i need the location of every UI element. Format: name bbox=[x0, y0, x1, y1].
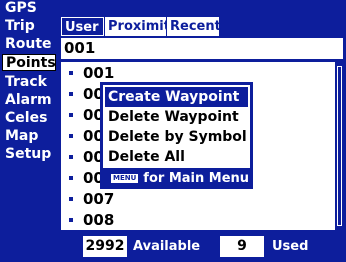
menu-item-delete-all[interactable]: Delete All bbox=[105, 147, 248, 167]
sidebar-item-points[interactable]: Points bbox=[2, 54, 56, 71]
sidebar-item-route[interactable]: Route bbox=[2, 36, 56, 53]
sidebar-item-map[interactable]: Map bbox=[2, 128, 56, 145]
waypoint-bullet-icon bbox=[69, 155, 73, 159]
sidebar-item-gps[interactable]: GPS bbox=[2, 0, 56, 17]
sidebar-item-setup[interactable]: Setup bbox=[2, 146, 56, 163]
used-label: Used bbox=[272, 239, 309, 254]
scrollbar-thumb[interactable] bbox=[337, 66, 342, 226]
waypoint-bullet-icon bbox=[69, 71, 73, 75]
available-label: Available bbox=[133, 239, 201, 254]
menu-item-delete-waypoint[interactable]: Delete Waypoint bbox=[105, 107, 248, 127]
waypoint-bullet-icon bbox=[69, 92, 73, 96]
sidebar-item-trip[interactable]: Trip bbox=[2, 18, 56, 35]
available-count: 2992 bbox=[83, 236, 127, 257]
used-count: 9 bbox=[220, 236, 264, 257]
options-menu: Create Waypoint Delete Waypoint Delete b… bbox=[100, 82, 253, 189]
menu-footer-text: for Main Menu bbox=[143, 171, 250, 186]
tab-user[interactable]: User bbox=[61, 17, 104, 36]
waypoint-bullet-icon bbox=[69, 113, 73, 117]
sidebar-item-track[interactable]: Track bbox=[2, 74, 56, 91]
waypoint-bullet-icon bbox=[69, 134, 73, 138]
list-item-label: 008 bbox=[83, 211, 115, 229]
waypoint-bullet-icon bbox=[69, 218, 73, 222]
sidebar: GPS Trip Route Points Track Alarm Celes … bbox=[0, 0, 60, 262]
sidebar-item-alarm[interactable]: Alarm bbox=[2, 92, 56, 109]
waypoint-search-field[interactable]: 001 bbox=[61, 38, 343, 59]
menu-item-delete-by-symbol[interactable]: Delete by Symbol bbox=[105, 127, 248, 147]
list-item-label: 001 bbox=[83, 64, 115, 82]
menu-item-create-waypoint[interactable]: Create Waypoint bbox=[105, 87, 248, 107]
waypoint-bullet-icon bbox=[69, 176, 73, 180]
menu-key-icon: MENU bbox=[111, 174, 139, 183]
list-scrollbar[interactable] bbox=[336, 62, 343, 230]
tab-proximity[interactable]: Proximity bbox=[105, 17, 178, 36]
sidebar-item-celes[interactable]: Celes bbox=[2, 110, 56, 127]
menu-footer-hint: MENU for Main Menu bbox=[103, 168, 250, 189]
tab-recent[interactable]: Recent bbox=[167, 17, 221, 36]
list-item-label: 007 bbox=[83, 190, 115, 208]
waypoint-bullet-icon bbox=[69, 197, 73, 201]
